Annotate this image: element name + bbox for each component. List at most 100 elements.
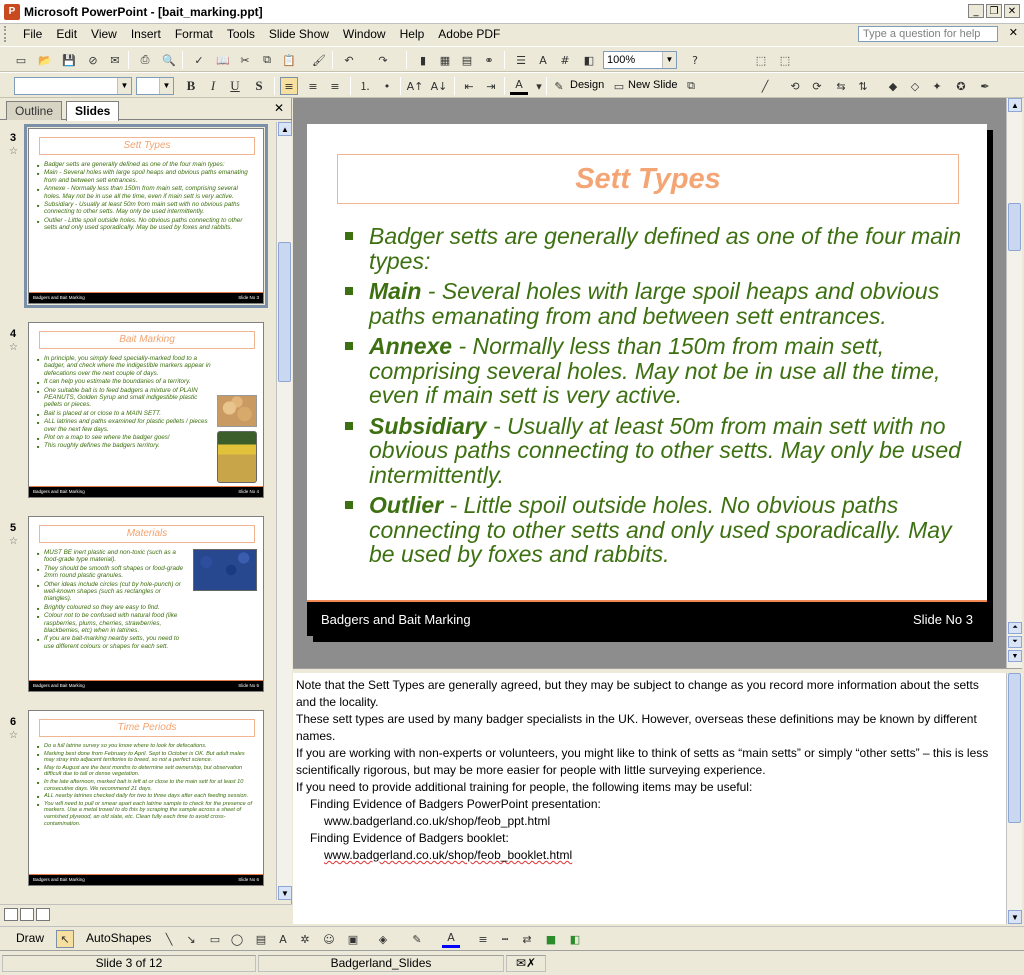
- color-grayscale-icon[interactable]: ◧: [580, 51, 598, 69]
- chevron-down-icon[interactable]: ▼: [117, 78, 131, 94]
- shadow-icon[interactable]: S: [250, 77, 268, 95]
- font-size-select[interactable]: ▼: [136, 77, 174, 95]
- dash-style-icon[interactable]: ┅: [496, 930, 514, 948]
- rotate-left-icon[interactable]: ⟲: [786, 77, 804, 95]
- slide-thumbnail-6[interactable]: Time Periods Do a full latrine survey so…: [28, 710, 264, 886]
- scroll-down-icon[interactable]: ▼: [1008, 650, 1022, 662]
- paste-icon[interactable]: 📋: [280, 51, 298, 69]
- wordart-icon[interactable]: A: [274, 930, 292, 948]
- tab-slides[interactable]: Slides: [66, 101, 120, 121]
- tab-outline[interactable]: Outline: [6, 101, 63, 120]
- insert-picture-icon[interactable]: ▣: [344, 930, 362, 948]
- research-icon[interactable]: 📖: [214, 51, 232, 69]
- help-icon[interactable]: ?: [686, 51, 704, 69]
- menu-format[interactable]: Format: [168, 27, 220, 41]
- increase-font-icon[interactable]: A↑: [406, 77, 424, 95]
- menu-tools[interactable]: Tools: [220, 27, 262, 41]
- previous-slide-icon[interactable]: ⏶: [1008, 622, 1022, 634]
- toolbar-grip[interactable]: [4, 26, 10, 42]
- insert-hyperlink-icon[interactable]: ⚭: [480, 51, 498, 69]
- align-left-icon[interactable]: ≡: [280, 77, 298, 95]
- scroll-down-icon[interactable]: ▼: [1008, 910, 1022, 924]
- scroll-up-icon[interactable]: ▲: [1008, 98, 1022, 112]
- font-color-icon[interactable]: A: [442, 930, 460, 948]
- powerpoint-app-icon[interactable]: P: [4, 3, 20, 20]
- slide-title[interactable]: Sett Types: [337, 154, 959, 204]
- menu-file[interactable]: File: [16, 27, 49, 41]
- draw-menu-button[interactable]: Draw: [16, 931, 44, 945]
- expand-all-icon[interactable]: ☰: [512, 51, 530, 69]
- line-color-icon[interactable]: ◇: [906, 77, 924, 95]
- font-color-icon[interactable]: A: [510, 77, 528, 95]
- menu-window[interactable]: Window: [336, 27, 393, 41]
- insert-chart-icon[interactable]: ▮: [414, 51, 432, 69]
- scrollbar-thumb[interactable]: [1008, 203, 1021, 251]
- rectangle-tool-icon[interactable]: ▭: [206, 930, 224, 948]
- align-right-icon[interactable]: ≡: [326, 77, 344, 95]
- speaker-notes[interactable]: Note that the Sett Types are generally a…: [293, 673, 1006, 924]
- draw-line-icon[interactable]: ╱: [756, 77, 774, 95]
- decrease-font-icon[interactable]: A↓: [430, 77, 448, 95]
- help-search-input[interactable]: Type a question for help: [858, 26, 998, 42]
- menu-adobe-pdf[interactable]: Adobe PDF: [431, 27, 507, 41]
- 3d-style-icon[interactable]: ◧: [566, 930, 584, 948]
- save-icon[interactable]: 💾: [60, 51, 78, 69]
- slide-transition-icon[interactable]: ⧉: [682, 77, 700, 95]
- close-icon[interactable]: ✕: [1004, 4, 1020, 18]
- next-slide-icon[interactable]: ⏷: [1008, 636, 1022, 648]
- slide-thumbnail-4[interactable]: Bait Marking In principle, you simply fe…: [28, 322, 264, 498]
- arrow-style-icon[interactable]: ⇄: [518, 930, 536, 948]
- show-formatting-icon[interactable]: A: [534, 51, 552, 69]
- flip-horizontal-icon[interactable]: ⇆: [832, 77, 850, 95]
- flip-vertical-icon[interactable]: ⇅: [854, 77, 872, 95]
- design-icon[interactable]: ✎: [550, 77, 568, 95]
- menu-view[interactable]: View: [84, 27, 124, 41]
- convert-to-pdf-icon[interactable]: ⬚: [752, 51, 770, 69]
- normal-view-icon[interactable]: [4, 908, 18, 921]
- chevron-down-icon[interactable]: ▼: [662, 52, 676, 68]
- scrollbar-thumb[interactable]: [278, 242, 291, 382]
- redo-icon[interactable]: ↷: [374, 51, 392, 69]
- open-folder-icon[interactable]: 📂: [36, 51, 54, 69]
- menu-insert[interactable]: Insert: [124, 27, 168, 41]
- select-pointer-icon[interactable]: ↖: [56, 930, 74, 948]
- undo-icon[interactable]: ↶: [340, 51, 358, 69]
- bullets-icon[interactable]: •: [378, 77, 396, 95]
- diagram-icon[interactable]: ✲: [296, 930, 314, 948]
- current-slide[interactable]: Sett Types Badger setts are generally de…: [307, 124, 987, 636]
- slide-show-view-icon[interactable]: [36, 908, 50, 921]
- autoshapes-menu-button[interactable]: AutoShapes: [86, 931, 151, 945]
- print-icon[interactable]: ⎙: [136, 51, 154, 69]
- fill-color-icon[interactable]: ◈: [374, 930, 392, 948]
- clipart-icon[interactable]: ☺: [320, 930, 338, 948]
- permission-icon[interactable]: ⊘: [84, 51, 102, 69]
- slide-sorter-view-icon[interactable]: [20, 908, 34, 921]
- menu-edit[interactable]: Edit: [49, 27, 84, 41]
- line-style-icon[interactable]: ≡: [474, 930, 492, 948]
- textbox-tool-icon[interactable]: ▤: [252, 930, 270, 948]
- copy-icon[interactable]: ⧉: [258, 51, 276, 69]
- pen-icon[interactable]: ✒: [976, 77, 994, 95]
- restore-icon[interactable]: ❐: [986, 4, 1002, 18]
- chevron-down-icon[interactable]: ▼: [159, 78, 173, 94]
- format-painter-icon[interactable]: 🖌: [310, 51, 328, 69]
- fill-color-icon[interactable]: ◆: [884, 77, 902, 95]
- notes-scrollbar[interactable]: ▼: [1006, 673, 1022, 924]
- tables-borders-icon[interactable]: ▤: [458, 51, 476, 69]
- slide-thumbnail-3[interactable]: Sett Types Badger setts are generally de…: [24, 124, 268, 308]
- menu-help[interactable]: Help: [393, 27, 432, 41]
- close-panel-icon[interactable]: ✕: [274, 101, 284, 115]
- new-slide-icon[interactable]: ▭: [610, 77, 628, 95]
- shadow-style-icon[interactable]: ■: [542, 930, 560, 948]
- line-color-icon[interactable]: ✎: [408, 930, 426, 948]
- scroll-up-icon[interactable]: ▲: [278, 122, 292, 136]
- new-document-icon[interactable]: ▭: [12, 51, 30, 69]
- cut-icon[interactable]: ✂: [236, 51, 254, 69]
- decrease-indent-icon[interactable]: ⇤: [460, 77, 478, 95]
- menu-slide-show[interactable]: Slide Show: [262, 27, 336, 41]
- notes-link[interactable]: www.badgerland.co.uk/shop/feob_ppt.html: [296, 813, 1002, 830]
- thumbnails-scrollbar[interactable]: ▲ ▼: [276, 122, 292, 900]
- insert-table-icon[interactable]: ▦: [436, 51, 454, 69]
- line-tool-icon[interactable]: ╲: [160, 930, 178, 948]
- slide-body[interactable]: Badger setts are generally defined as on…: [345, 224, 961, 573]
